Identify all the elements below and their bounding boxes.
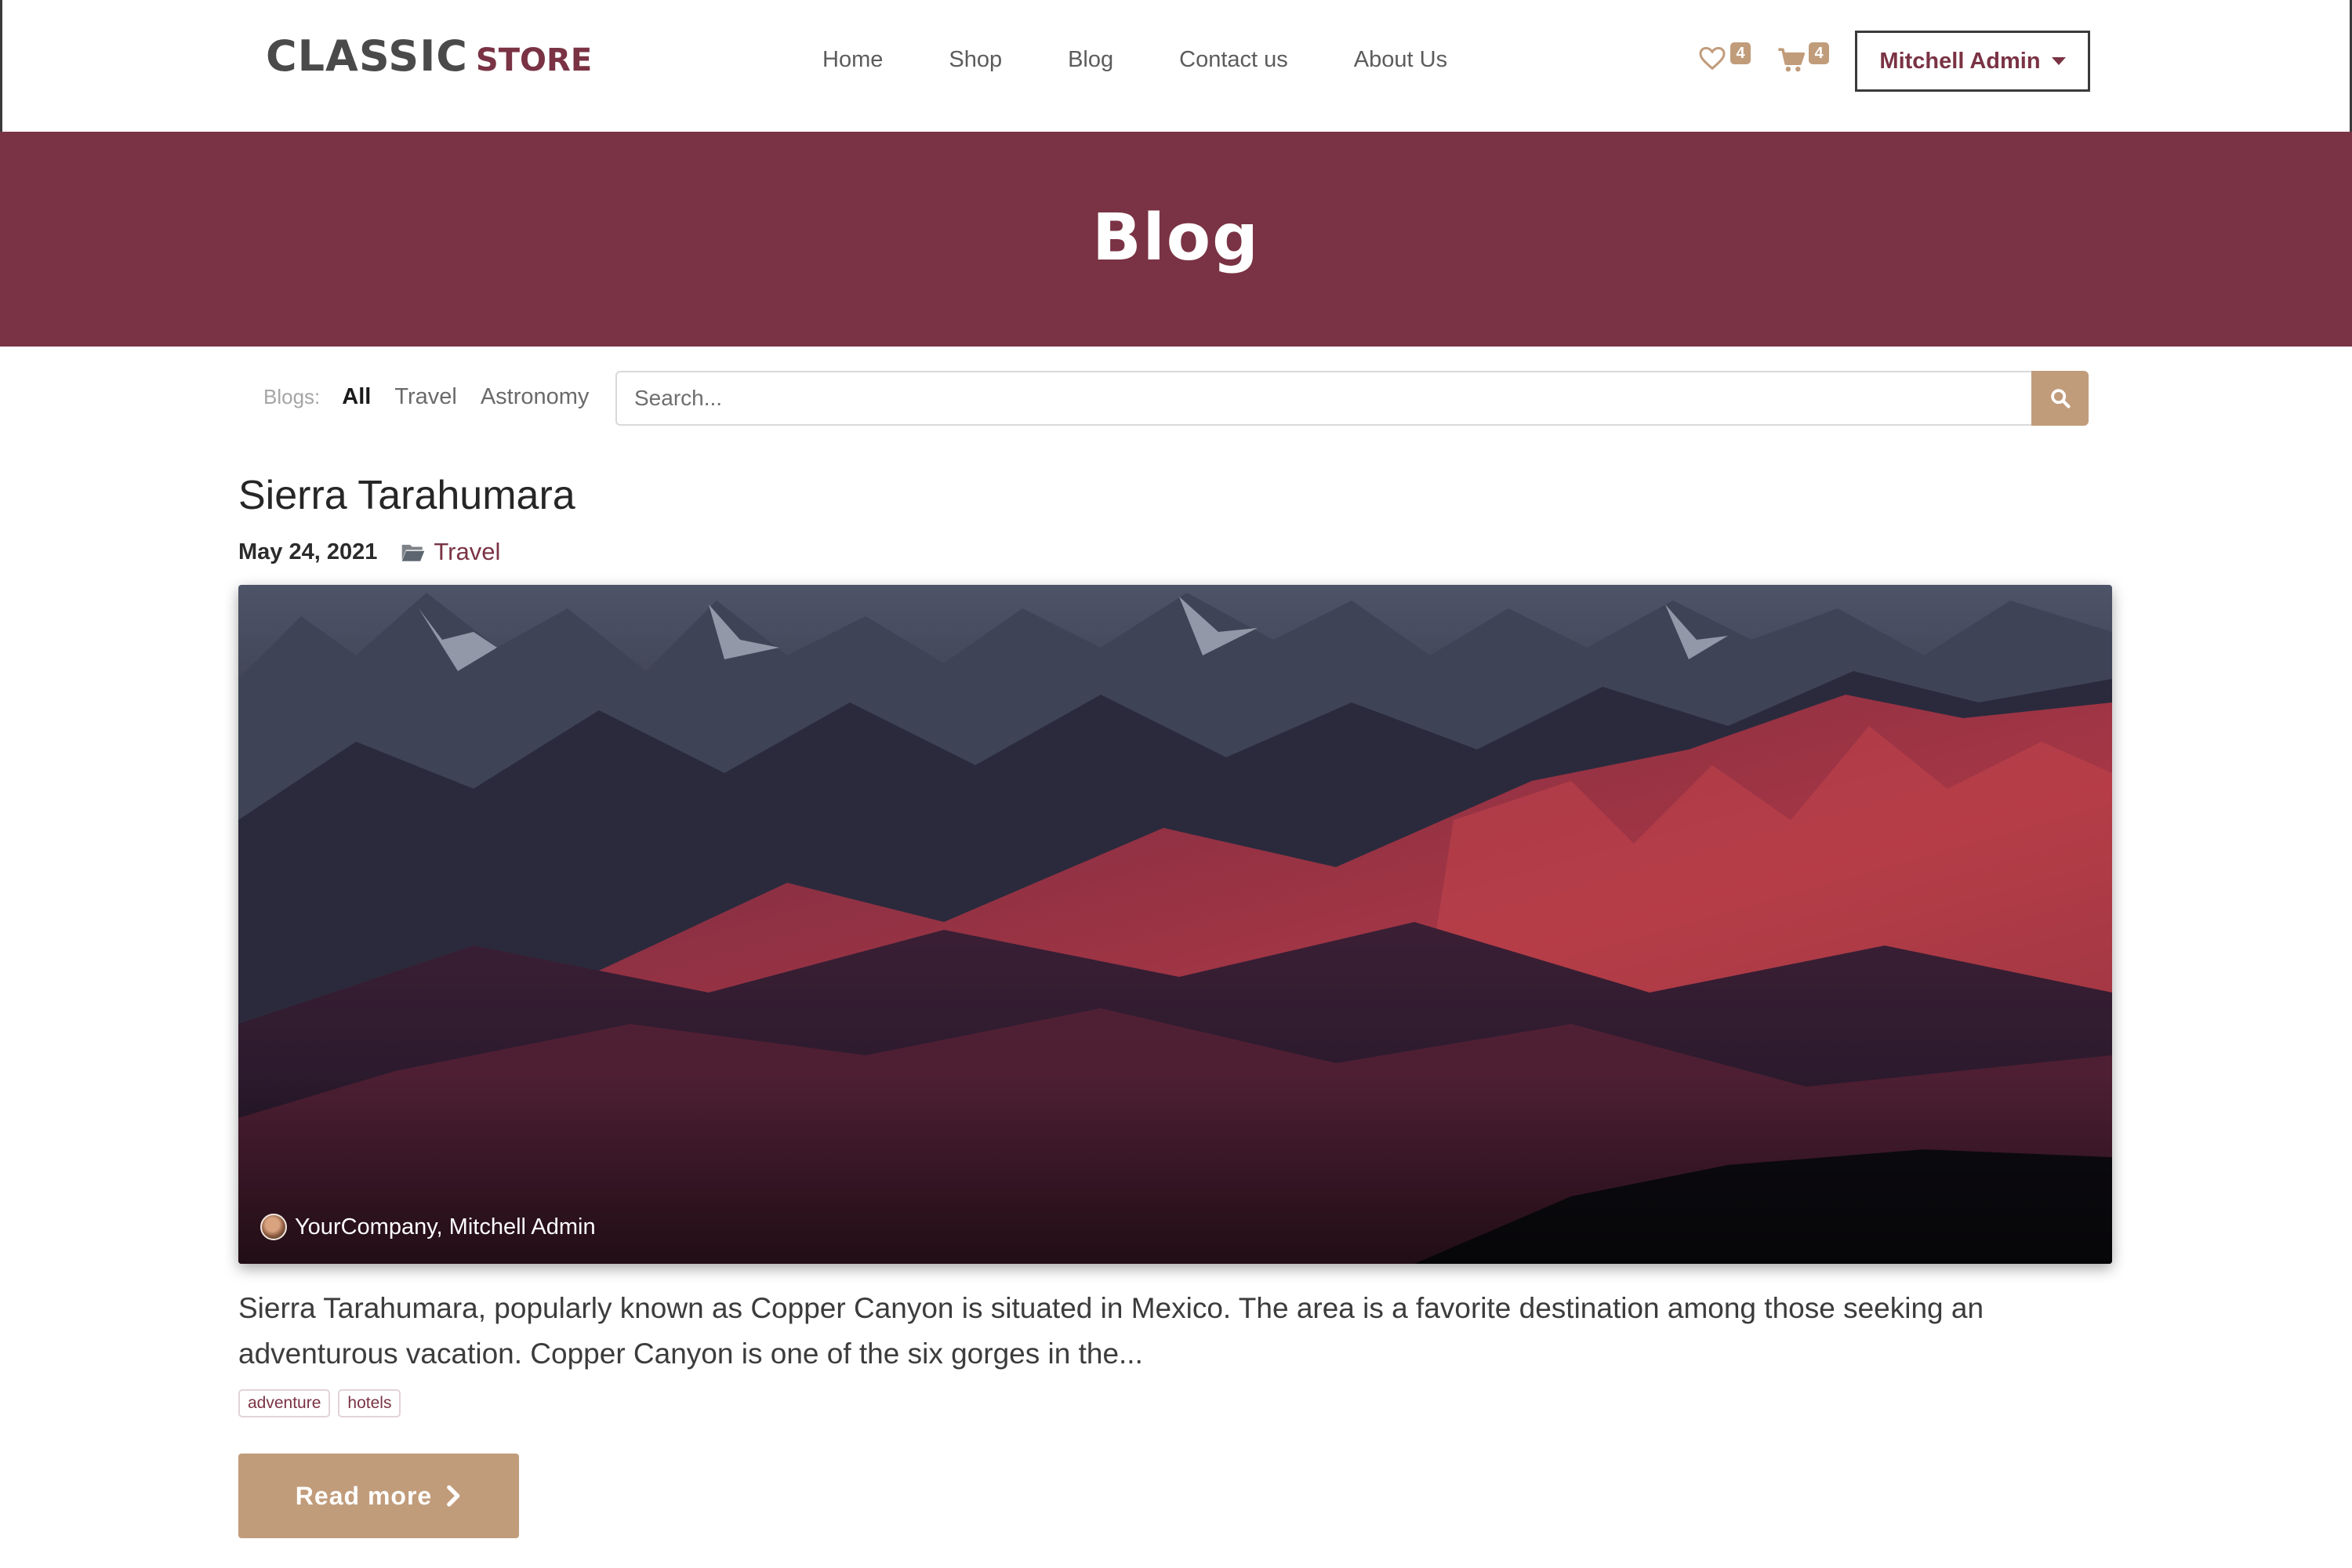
read-more-label: Read more bbox=[295, 1481, 433, 1510]
post-teaser: Sierra Tarahumara, popularly known as Co… bbox=[238, 1292, 1984, 1370]
cart-icon bbox=[1778, 48, 1806, 72]
read-more-button[interactable]: Read more bbox=[238, 1454, 519, 1538]
caret-down-icon bbox=[2051, 57, 2066, 65]
user-menu-dropdown[interactable]: Mitchell Admin bbox=[1855, 31, 2090, 92]
post-date: May 24, 2021 bbox=[238, 539, 378, 564]
chevron-right-icon bbox=[447, 1485, 460, 1507]
post-title[interactable]: Sierra Tarahumara bbox=[238, 472, 575, 519]
wishlist-button[interactable]: 4 bbox=[1696, 41, 1751, 85]
page-title: Blog bbox=[1092, 201, 1260, 275]
logo-sub-text: STORE bbox=[475, 42, 593, 78]
nav-contact-us[interactable]: Contact us bbox=[1179, 47, 1288, 73]
nav-shop[interactable]: Shop bbox=[949, 47, 1002, 73]
blog-search-input[interactable] bbox=[615, 371, 2031, 426]
author-name: YourCompany, Mitchell Admin bbox=[295, 1214, 596, 1240]
search-button[interactable] bbox=[2031, 371, 2089, 426]
nav-blog[interactable]: Blog bbox=[1068, 47, 1113, 73]
tag-hotels[interactable]: hotels bbox=[338, 1389, 401, 1417]
search-icon bbox=[2050, 389, 2071, 408]
nav-about-us[interactable]: About Us bbox=[1354, 47, 1447, 73]
cart-count-badge: 4 bbox=[1809, 42, 1829, 64]
logo-main-text: CLASSIC bbox=[266, 31, 468, 81]
filter-astronomy[interactable]: Astronomy bbox=[481, 384, 590, 410]
mountain-landscape-image bbox=[238, 585, 2112, 1264]
post-category-link[interactable]: Travel bbox=[434, 538, 500, 566]
cart-button[interactable]: 4 bbox=[1774, 41, 1829, 85]
nav-home[interactable]: Home bbox=[822, 47, 883, 73]
store-logo[interactable]: CLASSIC STORE bbox=[266, 31, 592, 81]
blog-filter-bar: Blogs: All Travel Astronomy bbox=[263, 384, 612, 410]
author-avatar bbox=[260, 1214, 287, 1240]
post-cover-image[interactable]: YourCompany, Mitchell Admin bbox=[238, 585, 2112, 1264]
blog-hero-banner: Blog bbox=[0, 132, 2352, 347]
user-name-label: Mitchell Admin bbox=[1879, 48, 2041, 74]
main-nav: Home Shop Blog Contact us About Us bbox=[822, 47, 1513, 73]
tag-adventure[interactable]: adventure bbox=[238, 1389, 331, 1417]
heart-icon bbox=[1699, 47, 1726, 71]
blogs-filter-label: Blogs: bbox=[263, 385, 321, 408]
top-navbar: CLASSIC STORE Home Shop Blog Contact us A… bbox=[0, 0, 2352, 132]
wishlist-count-badge: 4 bbox=[1730, 42, 1751, 64]
folder-icon bbox=[402, 544, 425, 561]
post-tags: adventure hotels bbox=[238, 1389, 401, 1417]
post-meta: May 24, 2021 Travel bbox=[238, 538, 500, 566]
post-author: YourCompany, Mitchell Admin bbox=[260, 1214, 596, 1240]
filter-travel[interactable]: Travel bbox=[394, 384, 457, 410]
filter-all[interactable]: All bbox=[342, 384, 371, 410]
